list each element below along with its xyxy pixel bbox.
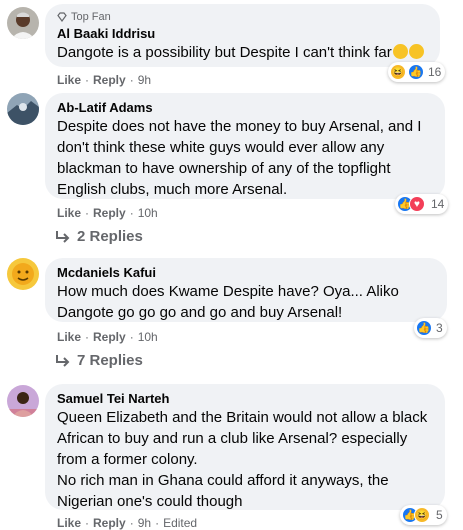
reaction-count: 16 [428,65,442,79]
diamond-icon [57,12,67,23]
commenter-name[interactable]: Samuel Tei Narteh [57,390,433,407]
like-reaction-icon: 👍 [408,64,424,80]
like-link[interactable]: Like [57,73,81,87]
timestamp[interactable]: 9h [138,516,151,530]
like-reaction-icon: 👍 [416,320,432,336]
comment-actions: Like · Reply · 9h [57,73,152,87]
reaction-summary[interactable]: 👍 3 [414,318,447,338]
grinning-face-icon [392,44,408,59]
comment-actions: Like · Reply · 9h · Edited [57,516,198,530]
reply-arrow-icon [55,354,71,368]
reply-link[interactable]: Reply [93,73,126,87]
haha-reaction-icon: 😆 [414,507,430,523]
comment-actions: Like · Reply · 10h [57,206,158,220]
replies-label: 7 Replies [77,352,143,369]
comment-text: Despite does not have the money to buy A… [57,118,422,198]
comment-bubble: Ab-Latif Adams Despite does not have the… [45,93,445,199]
reaction-summary[interactable]: 👍 ♥ 14 [395,194,449,214]
replies-label: 2 Replies [77,228,143,245]
comment-text-body: Dangote is a possibility but Despite I c… [57,44,392,61]
view-replies-button[interactable]: 2 Replies [55,228,143,245]
comment-bubble: Samuel Tei Narteh Queen Elizabeth and th… [45,384,445,510]
reply-link[interactable]: Reply [93,206,126,220]
timestamp[interactable]: 9h [138,73,151,87]
reaction-count: 3 [436,321,443,335]
view-replies-button[interactable]: 7 Replies [55,352,143,369]
comment-text: Dangote is a possibility but Despite I c… [57,42,428,63]
comment-text: Queen Elizabeth and the Britain would no… [57,409,428,510]
edited-label[interactable]: Edited [163,516,197,530]
haha-reaction-icon: 😆 [390,64,406,80]
timestamp[interactable]: 10h [138,206,158,220]
reply-link[interactable]: Reply [93,330,126,344]
timestamp[interactable]: 10h [138,330,158,344]
love-reaction-icon: ♥ [409,196,425,212]
badge-label: Top Fan [71,11,111,23]
like-link[interactable]: Like [57,206,81,220]
reply-arrow-icon [55,230,71,244]
reaction-count: 14 [431,197,445,211]
avatar[interactable] [7,385,39,417]
avatar[interactable] [7,93,39,125]
comment: Ab-Latif Adams Despite does not have the… [0,90,463,250]
top-fan-badge: Top Fan [57,10,428,24]
reaction-count: 5 [436,508,443,522]
comment-bubble: Mcdaniels Kafui How much does Kwame Desp… [45,258,447,322]
reaction-summary[interactable]: 😆 👍 16 [388,62,446,82]
comment: Mcdaniels Kafui How much does Kwame Desp… [0,255,463,385]
grinning-face-icon [408,44,424,59]
comment-actions: Like · Reply · 10h [57,330,158,344]
reaction-summary[interactable]: 👍 😆 5 [400,505,447,525]
reply-link[interactable]: Reply [93,516,126,530]
commenter-name[interactable]: Mcdaniels Kafui [57,264,435,281]
comment: Top Fan Al Baaki Iddrisu Dangote is a po… [0,0,463,90]
commenter-name[interactable]: Ab-Latif Adams [57,99,433,116]
like-link[interactable]: Like [57,516,81,530]
comment-text: How much does Kwame Despite have? Oya...… [57,283,399,321]
avatar[interactable] [7,258,39,290]
comment-bubble: Top Fan Al Baaki Iddrisu Dangote is a po… [45,4,440,67]
avatar[interactable] [7,7,39,39]
like-link[interactable]: Like [57,330,81,344]
commenter-name[interactable]: Al Baaki Iddrisu [57,25,428,42]
comment: Samuel Tei Narteh Queen Elizabeth and th… [0,381,463,530]
